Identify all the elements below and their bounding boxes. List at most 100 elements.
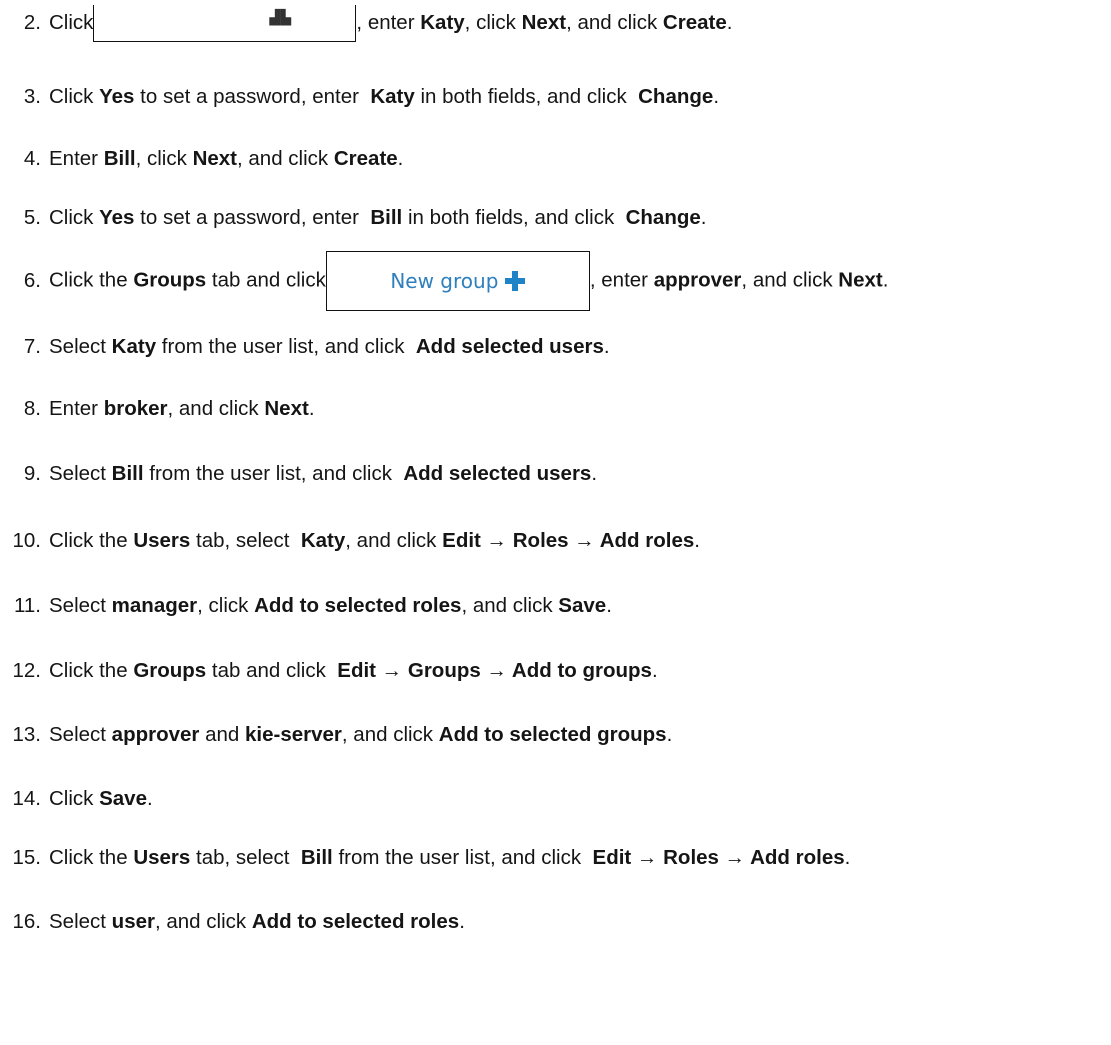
step-number: 4. — [23, 147, 41, 170]
entered-value: Bill — [370, 206, 403, 229]
step-text-fragment: . — [700, 206, 707, 229]
ui-term: Yes — [99, 85, 135, 108]
step-text-fragment: . — [666, 723, 673, 746]
step-text-fragment: tab, select — [190, 529, 301, 552]
ui-term: Save — [558, 594, 607, 617]
step-text-fragment: , click — [197, 594, 255, 617]
step-text-fragment: , enter — [589, 268, 654, 292]
step-text-fragment: . — [882, 268, 889, 292]
step-number: 14. — [12, 787, 42, 810]
ui-term: Next — [264, 397, 309, 420]
step-item: 6. Click the Groups tab and click New grou… — [0, 251, 888, 311]
step-text-fragment: Click — [49, 85, 100, 108]
step-text: Select Bill from the user list, and clic… — [49, 462, 597, 486]
ui-term: Edit → Roles → Add roles — [592, 846, 845, 869]
step-text-fragment: , and click — [566, 10, 663, 34]
step-text: Select approver and kie-server, and clic… — [49, 723, 672, 747]
step-text: Select Katy from the user list, and clic… — [49, 335, 610, 359]
ui-term: Next — [521, 10, 567, 34]
entered-value: Bill — [103, 147, 136, 170]
step-text-fragment: . — [694, 529, 700, 552]
step-text-fragment: . — [591, 462, 598, 485]
step-text-fragment: Select — [49, 723, 112, 746]
step-item: 14. Click Save. — [0, 779, 153, 819]
step-text-fragment: , and click — [741, 268, 839, 292]
step-text: Click Yes to set a password, enter Katy … — [49, 85, 719, 109]
step-text-fragment: . — [603, 335, 610, 358]
step-text-fragment: . — [606, 594, 612, 617]
entered-value: Katy — [420, 10, 465, 34]
step-text: Click ▟▙ , enter Katy, click Next, and cli… — [49, 4, 732, 42]
step-text-fragment: . — [844, 846, 851, 869]
step-text-fragment: Click the — [49, 659, 134, 682]
step-item: 15. Click the Users tab, select Bill from… — [0, 838, 851, 878]
step-text: Select user, and click Add to selected r… — [49, 910, 465, 934]
entered-value: kie-server — [245, 723, 342, 746]
ui-term: Add to selected roles — [254, 594, 462, 617]
step-text: Click the Users tab, select Katy, and cl… — [49, 529, 700, 553]
new-group-label: New group — [390, 269, 499, 293]
new-group-button[interactable]: New group — [325, 251, 590, 311]
ui-term: Create — [662, 10, 727, 34]
step-number: 13. — [12, 723, 42, 746]
step-text-fragment: in both fields, and click — [402, 206, 626, 229]
user-add-icon: ▟▙ — [269, 8, 291, 25]
step-text-fragment: , enter — [356, 10, 421, 34]
step-number: 6. — [23, 269, 41, 292]
ui-term: Users — [133, 529, 191, 552]
step-text-fragment: in both fields, and click — [414, 85, 639, 108]
step-item: 16. Select user, and click Add to selecte… — [0, 902, 465, 942]
step-text-fragment: . — [147, 787, 153, 810]
step-number: 7. — [23, 335, 41, 358]
ui-term: Users — [133, 846, 191, 869]
ui-term: Save — [99, 787, 147, 810]
ui-term: Next — [838, 268, 883, 292]
ui-term: Katy — [300, 529, 346, 552]
step-text-fragment: Select — [49, 335, 112, 358]
step-item: 13. Select approver and kie-server, and c… — [0, 715, 673, 755]
step-text-fragment: , and click — [237, 147, 334, 170]
step-text-fragment: . — [713, 85, 720, 108]
step-item: 2. Click ▟▙ , enter Katy, click Next, and c… — [0, 3, 732, 43]
step-text-fragment: , and click — [167, 397, 265, 420]
step-number: 10. — [12, 529, 42, 552]
ui-term: Groups — [133, 659, 207, 682]
step-text: Click the Groups tab and click Edit → Gr… — [49, 659, 658, 683]
step-text-fragment: . — [397, 147, 404, 170]
ui-term: Bill — [300, 846, 333, 869]
ui-term: Yes — [99, 206, 135, 229]
step-number: 3. — [23, 85, 41, 108]
entered-value: Katy — [370, 85, 415, 108]
step-text-fragment: Enter — [49, 147, 104, 170]
ui-term: Add to selected roles — [251, 910, 460, 933]
step-text-fragment: and — [199, 723, 246, 746]
step-item: 9. Select Bill from the user list, and cl… — [0, 454, 597, 494]
step-text-fragment: from the user list, and click — [156, 335, 416, 358]
ui-term: Add to selected groups — [438, 723, 667, 746]
step-item: 5. Click Yes to set a password, enter Bil… — [0, 198, 707, 238]
entered-value: approver — [111, 723, 200, 746]
step-text: Click Save. — [49, 787, 153, 811]
step-text: Enter Bill, click Next, and click Create… — [49, 147, 403, 171]
entered-value: Bill — [111, 462, 144, 485]
ui-term: Edit → Groups → Add to groups — [337, 659, 652, 682]
step-text-fragment: to set a password, enter — [134, 206, 371, 229]
step-item: 7. Select Katy from the user list, and cl… — [0, 327, 610, 367]
step-number: 15. — [12, 846, 42, 869]
step-item: 3. Click Yes to set a password, enter Kat… — [0, 77, 719, 117]
step-number: 12. — [12, 659, 42, 682]
new-user-button[interactable]: ▟▙ — [93, 4, 357, 42]
entered-value: manager — [111, 594, 198, 617]
step-text-fragment: , and click — [345, 529, 443, 552]
step-item: 4. Enter Bill, click Next, and click Crea… — [0, 139, 403, 179]
ui-term: Groups — [133, 268, 207, 292]
step-text: Select manager, click Add to selected ro… — [49, 594, 612, 618]
step-text-fragment: tab, select — [190, 846, 301, 869]
ui-term: Next — [192, 147, 237, 170]
step-text-fragment: from the user list, and click — [143, 462, 404, 485]
ui-term: Add selected users — [403, 462, 592, 485]
entered-value: broker — [103, 397, 168, 420]
step-text-fragment: Enter — [49, 397, 104, 420]
step-text: Click the Groups tab and click New group,… — [49, 251, 888, 311]
step-text-fragment: Click — [49, 10, 94, 34]
